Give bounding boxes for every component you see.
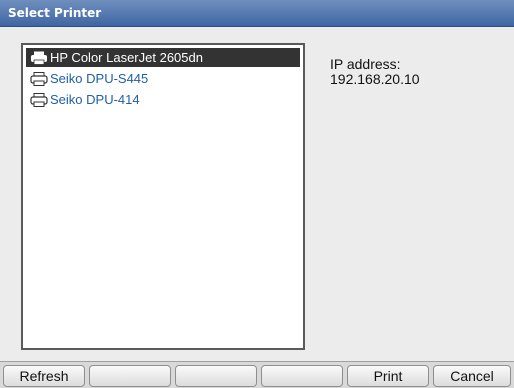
- printer-item-label: Seiko DPU-S445: [50, 71, 149, 86]
- printer-list[interactable]: HP Color LaserJet 2605dn Seiko DPU-S445 …: [21, 43, 305, 350]
- cancel-button[interactable]: Cancel: [433, 365, 511, 387]
- printer-icon: [30, 71, 48, 86]
- softkey-button-3[interactable]: [175, 365, 257, 387]
- printer-details: IP address: 192.168.20.10: [330, 57, 420, 87]
- printer-item-label: HP Color LaserJet 2605dn: [50, 50, 203, 65]
- softkey-button-2[interactable]: [89, 365, 171, 387]
- softkey-button-4[interactable]: [261, 365, 343, 387]
- printer-item-label: Seiko DPU-414: [50, 92, 140, 107]
- softkey-bar: Refresh Print Cancel: [0, 361, 514, 388]
- printer-item-seiko-dpu-s445[interactable]: Seiko DPU-S445: [26, 69, 300, 88]
- print-button[interactable]: Print: [347, 365, 429, 387]
- refresh-button[interactable]: Refresh: [3, 365, 85, 387]
- select-printer-dialog: Select Printer HP Color LaserJet 2605dn …: [0, 0, 514, 388]
- printer-item-seiko-dpu-414[interactable]: Seiko DPU-414: [26, 90, 300, 109]
- ip-address-label: IP address:: [330, 56, 401, 72]
- window-title: Select Printer: [8, 6, 102, 20]
- dialog-content: HP Color LaserJet 2605dn Seiko DPU-S445 …: [0, 27, 514, 361]
- printer-item-hp-color-laserjet[interactable]: HP Color LaserJet 2605dn: [26, 48, 300, 67]
- printer-icon: [31, 51, 47, 65]
- printer-icon: [30, 92, 48, 107]
- title-bar: Select Printer: [0, 0, 514, 27]
- ip-address-value: 192.168.20.10: [330, 71, 420, 87]
